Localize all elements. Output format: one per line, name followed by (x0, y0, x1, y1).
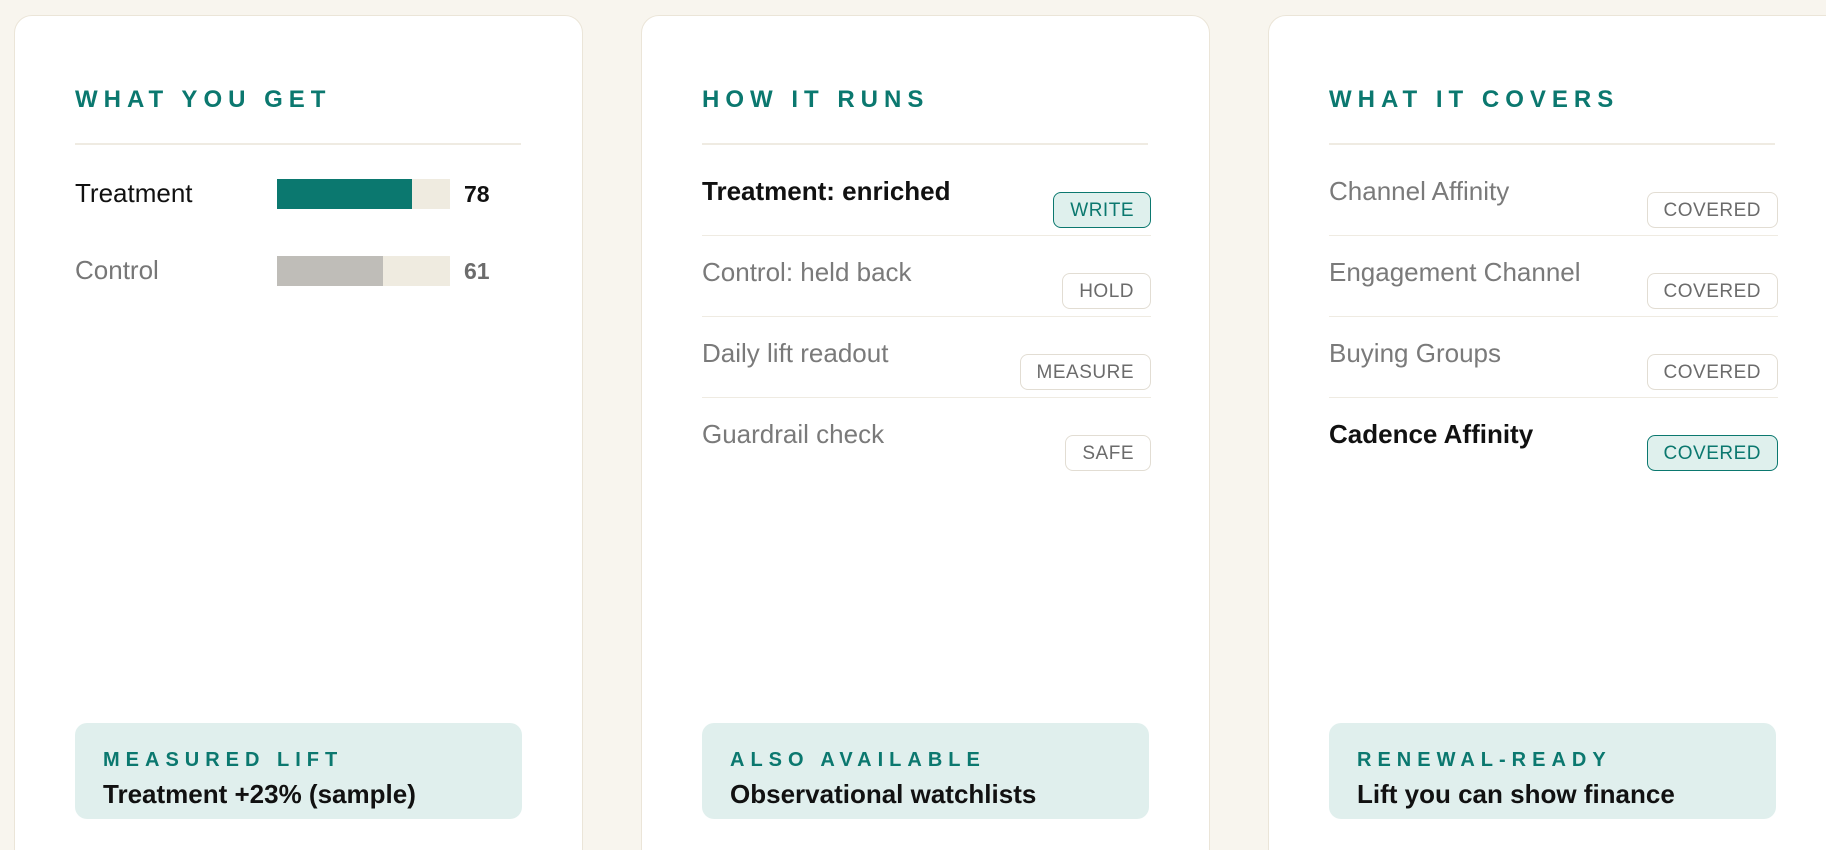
callout-eyebrow: ALSO AVAILABLE (730, 749, 986, 771)
callout-eyebrow: MEASURED LIFT (103, 749, 344, 771)
item-label: Control: held back (702, 257, 912, 287)
card-heading: WHAT IT COVERS (1329, 86, 1620, 113)
steps-list: Treatment: enriched WRITE Control: held … (702, 157, 1151, 481)
item-label: Cadence Affinity (1329, 419, 1534, 449)
status-badge: MEASURE (1019, 354, 1151, 390)
item-label: Guardrail check (702, 419, 885, 449)
callout-text: Observational watchlists (730, 779, 1037, 809)
status-badge: WRITE (1053, 192, 1151, 228)
bar-value: 61 (464, 258, 490, 284)
bar-fill-control (277, 256, 383, 286)
list-item: Channel Affinity COVERED (1329, 157, 1778, 236)
bar-fill-treatment (277, 179, 412, 209)
status-badge: SAFE (1065, 435, 1151, 471)
callout-text: Lift you can show finance (1357, 779, 1675, 809)
bar-track (277, 179, 450, 209)
card-heading: WHAT YOU GET (75, 86, 332, 113)
item-label: Daily lift readout (702, 338, 889, 368)
item-label: Treatment: enriched (702, 176, 951, 206)
list-item: Guardrail check SAFE (702, 400, 1151, 479)
callout-renewal-ready: RENEWAL-READY Lift you can show finance (1329, 723, 1776, 819)
card-what-you-get: WHAT YOU GET Treatment 78 Control 61 MEA… (14, 15, 583, 850)
heading-divider (702, 143, 1148, 145)
callout-eyebrow: RENEWAL-READY (1357, 749, 1612, 771)
list-item: Engagement Channel COVERED (1329, 238, 1778, 317)
status-badge: COVERED (1646, 354, 1778, 390)
coverage-list: Channel Affinity COVERED Engagement Chan… (1329, 157, 1778, 481)
status-badge: COVERED (1646, 273, 1778, 309)
list-item: Daily lift readout MEASURE (702, 319, 1151, 398)
bar-label: Treatment (75, 178, 193, 208)
status-badge: COVERED (1646, 435, 1778, 471)
card-what-it-covers: WHAT IT COVERS Channel Affinity COVERED … (1268, 15, 1826, 850)
card-how-it-runs: HOW IT RUNS Treatment: enriched WRITE Co… (641, 15, 1210, 850)
list-item: Control: held back HOLD (702, 238, 1151, 317)
heading-divider (1329, 143, 1775, 145)
card-heading: HOW IT RUNS (702, 86, 930, 113)
heading-divider (75, 143, 521, 145)
list-item: Treatment: enriched WRITE (702, 157, 1151, 236)
list-item: Cadence Affinity COVERED (1329, 400, 1778, 479)
callout-measured-lift: MEASURED LIFT Treatment +23% (sample) (75, 723, 522, 819)
bar-row-treatment: Treatment 78 (75, 172, 521, 212)
item-label: Engagement Channel (1329, 257, 1581, 287)
callout-also-available: ALSO AVAILABLE Observational watchlists (702, 723, 1149, 819)
item-label: Buying Groups (1329, 338, 1501, 368)
callout-text: Treatment +23% (sample) (103, 779, 416, 809)
list-item: Buying Groups COVERED (1329, 319, 1778, 398)
bar-row-control: Control 61 (75, 249, 521, 289)
status-badge: HOLD (1062, 273, 1151, 309)
bar-track (277, 256, 450, 286)
feature-cards: WHAT YOU GET Treatment 78 Control 61 MEA… (0, 0, 1826, 850)
item-label: Channel Affinity (1329, 176, 1510, 206)
bar-value: 78 (464, 181, 490, 207)
bar-label: Control (75, 255, 159, 285)
status-badge: COVERED (1646, 192, 1778, 228)
